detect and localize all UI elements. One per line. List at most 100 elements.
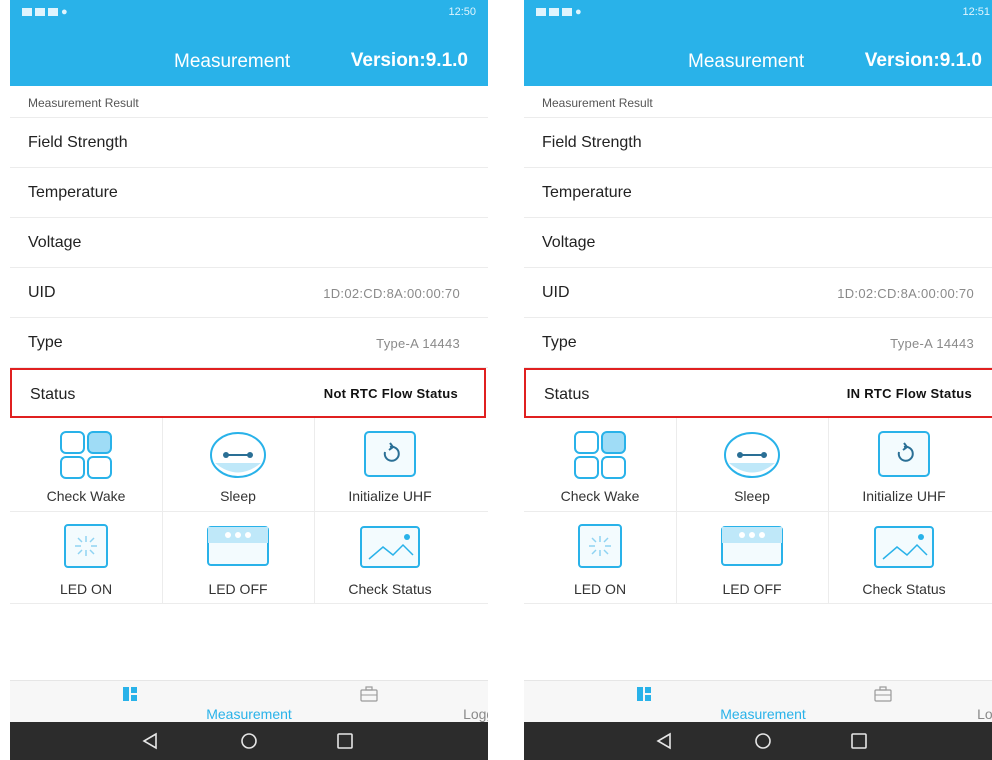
section-label: Measurement Result [524,86,992,118]
row-label: Temperature [28,184,118,201]
app-header: Measurement Version:9.1.0 [524,24,992,86]
recents-icon[interactable] [847,729,871,753]
briefcase-icon [359,686,378,702]
row-label: Voltage [28,234,82,251]
action-label: LED OFF [722,581,782,597]
row-label: Voltage [542,234,596,251]
initialize-uhf-button[interactable]: Initialize UHF [314,418,466,511]
tab-measurement[interactable]: Measurement [524,681,806,723]
action-grid: Check Wake Sleep Initialize UHF LED ON L… [10,418,488,604]
action-label: Check Wake [46,488,126,504]
led-on-button[interactable]: LED ON [524,511,676,604]
refresh-icon [878,431,930,477]
status-value: Not RTC Flow Status [323,386,458,401]
action-label: Check Status [348,581,432,597]
row-label: UID [28,284,56,301]
dashboard-icon [636,687,651,701]
row-label: Type [542,334,577,351]
led-on-icon [578,524,622,568]
grid-icon [574,431,626,479]
status-bar: ● 12:51 [524,0,992,24]
action-label: LED ON [573,581,627,597]
action-label: Check Wake [560,488,640,504]
version-label: Version:9.1.0 [864,50,982,71]
image-icon [874,526,934,568]
briefcase-icon [873,686,892,702]
action-label: Initialize UHF [348,488,432,504]
status-bar: ● 12:50 [10,0,488,24]
page-title: Measurement [174,51,291,72]
led-on-icon [64,524,108,568]
row-uid: UID 1D:02:CD:8A:00:00:70 [524,268,992,318]
image-icon [360,526,420,568]
status-value: IN RTC Flow Status [846,386,972,401]
recents-icon[interactable] [333,729,357,753]
system-nav-bar [10,722,488,760]
tab-measurement[interactable]: Measurement [10,681,292,723]
initialize-uhf-button[interactable]: Initialize UHF [828,418,980,511]
row-label: Type [28,334,63,351]
sleep-icon [724,432,780,478]
refresh-icon [364,431,416,477]
status-time: 12:50 [448,6,476,18]
row-type: Type Type-A 14443 [524,318,992,368]
row-value: Type-A 14443 [376,336,460,351]
bottom-tab-bar: Measurement Logging [10,680,488,722]
check-wake-button[interactable]: Check Wake [524,418,676,511]
section-label: Measurement Result [10,86,488,118]
row-temperature: Temperature [10,168,488,218]
action-label: Initialize UHF [862,488,946,504]
check-status-button[interactable]: Check Status [314,511,466,604]
row-uid: UID 1D:02:CD:8A:00:00:70 [10,268,488,318]
home-icon[interactable] [751,729,775,753]
row-label: Status [30,386,76,403]
row-value: Type-A 14443 [890,336,974,351]
led-off-icon [721,526,783,566]
row-temperature: Temperature [524,168,992,218]
row-voltage: Voltage [524,218,992,268]
row-label: UID [542,284,570,301]
row-field-strength: Field Strength [524,118,992,168]
row-label: Field Strength [542,134,642,151]
action-label: Sleep [220,488,256,504]
back-icon[interactable] [652,729,676,753]
row-status: Status Not RTC Flow Status [10,368,486,418]
status-time: 12:51 [962,6,990,18]
action-grid: Check Wake Sleep Initialize UHF LED ON L… [524,418,992,604]
back-icon[interactable] [138,729,162,753]
page-title: Measurement [688,51,805,72]
row-label: Field Strength [28,134,128,151]
led-on-button[interactable]: LED ON [10,511,162,604]
grid-icon [60,431,112,479]
signal-icons: ● [536,6,583,18]
tab-label: Logging [977,706,992,722]
sleep-icon [210,432,266,478]
phone-screen-left: ● 12:50 Measurement Version:9.1.0 Measur… [10,0,488,760]
action-label: LED ON [59,581,113,597]
row-voltage: Voltage [10,218,488,268]
action-label: LED OFF [208,581,268,597]
dashboard-icon [122,687,137,701]
row-value: 1D:02:CD:8A:00:00:70 [323,286,460,301]
tab-logging[interactable]: Logging [763,681,992,723]
tab-logging[interactable]: Logging [249,681,488,723]
bottom-tab-bar: Measurement Logging [524,680,992,722]
system-nav-bar [524,722,992,760]
action-label: Check Status [862,581,946,597]
action-label: Sleep [734,488,770,504]
led-off-button[interactable]: LED OFF [162,511,314,604]
tab-label: Logging [463,706,488,722]
phone-screen-right: ● 12:51 Measurement Version:9.1.0 Measur… [524,0,992,760]
sleep-button[interactable]: Sleep [162,418,314,511]
check-status-button[interactable]: Check Status [828,511,980,604]
row-type: Type Type-A 14443 [10,318,488,368]
row-field-strength: Field Strength [10,118,488,168]
led-off-button[interactable]: LED OFF [676,511,828,604]
row-value: 1D:02:CD:8A:00:00:70 [837,286,974,301]
row-label: Temperature [542,184,632,201]
sleep-button[interactable]: Sleep [676,418,828,511]
row-label: Status [544,386,590,403]
home-icon[interactable] [237,729,261,753]
check-wake-button[interactable]: Check Wake [10,418,162,511]
row-status: Status IN RTC Flow Status [524,368,992,418]
